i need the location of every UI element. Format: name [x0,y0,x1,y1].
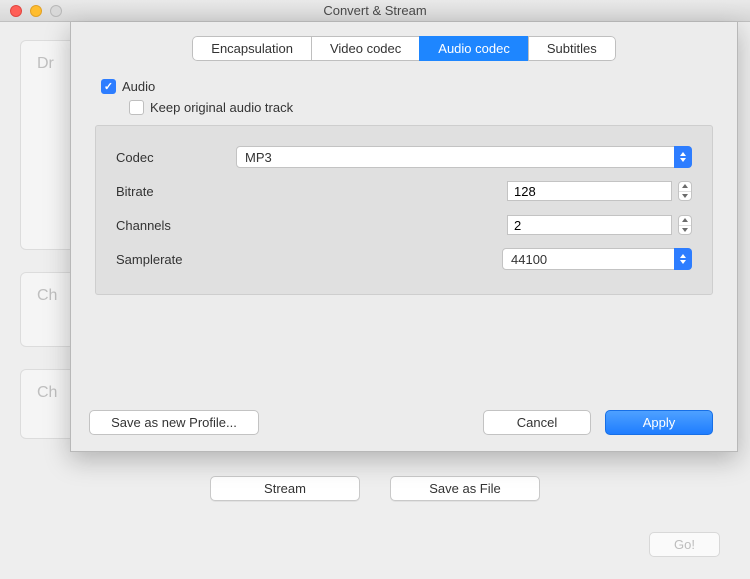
checkbox-area: Audio Keep original audio track [71,61,737,115]
channels-label: Channels [116,218,236,233]
save-as-file-button[interactable]: Save as File [390,476,540,501]
chevron-up-icon[interactable] [679,182,691,191]
chevron-down-icon[interactable] [679,225,691,234]
tab-audio-codec[interactable]: Audio codec [419,36,528,61]
chevron-up-icon[interactable] [679,216,691,225]
stream-button[interactable]: Stream [210,476,360,501]
save-as-new-profile-button[interactable]: Save as new Profile... [89,410,259,435]
chevron-updown-icon [674,146,692,168]
tab-encapsulation[interactable]: Encapsulation [192,36,311,61]
chevron-down-icon[interactable] [679,191,691,200]
codec-value: MP3 [245,150,272,165]
codec-popup[interactable]: MP3 [236,146,692,168]
box-hint: Ch [37,287,57,304]
window-title: Convert & Stream [0,3,750,18]
audio-checkbox-label: Audio [122,79,155,94]
codec-label: Codec [116,150,236,165]
tab-bar: Encapsulation Video codec Audio codec Su… [71,36,737,61]
sheet-bottom-buttons: Save as new Profile... Cancel Apply [89,410,713,435]
audio-checkbox[interactable] [101,79,116,94]
tab-video-codec[interactable]: Video codec [311,36,419,61]
samplerate-value: 44100 [511,252,547,267]
apply-button[interactable]: Apply [605,410,713,435]
audio-form: Codec MP3 Bitrate Channels [95,125,713,295]
chevron-updown-icon [674,248,692,270]
samplerate-label: Samplerate [116,252,236,267]
box-hint: Ch [37,384,57,401]
tab-subtitles[interactable]: Subtitles [528,36,616,61]
bitrate-stepper[interactable] [678,181,692,201]
box-hint: Dr [37,55,54,72]
keep-original-checkbox[interactable] [129,100,144,115]
channels-stepper[interactable] [678,215,692,235]
channels-input[interactable] [507,215,672,235]
keep-original-checkbox-label: Keep original audio track [150,100,293,115]
cancel-button[interactable]: Cancel [483,410,591,435]
go-button: Go! [649,532,720,557]
settings-sheet: Encapsulation Video codec Audio codec Su… [70,22,738,452]
bitrate-input[interactable] [507,181,672,201]
samplerate-popup[interactable]: 44100 [502,248,692,270]
window-title-bar: Convert & Stream [0,0,750,22]
bitrate-label: Bitrate [116,184,236,199]
bottom-buttons: Stream Save as File [0,476,750,501]
